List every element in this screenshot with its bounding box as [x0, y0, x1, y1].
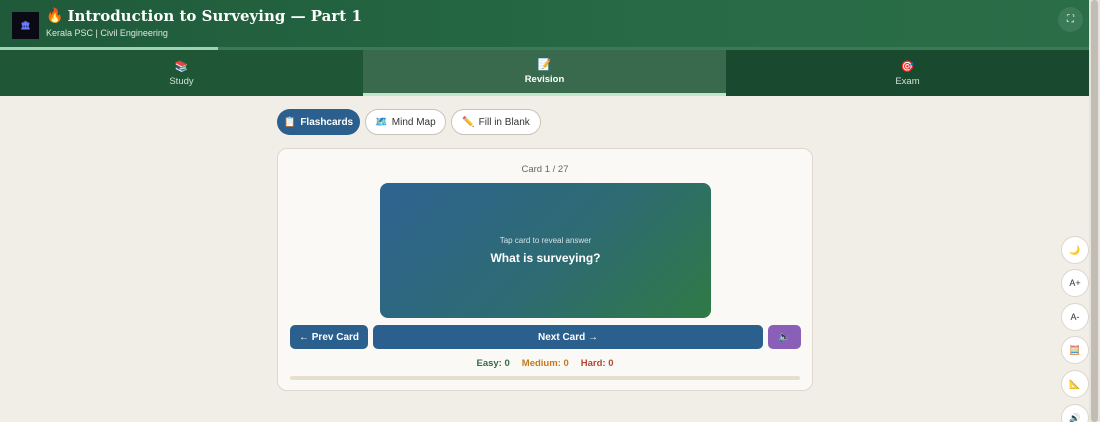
fire-icon: 🔥	[46, 8, 64, 24]
scroll-thumb[interactable]	[1091, 0, 1098, 422]
card-counter: Card 1 / 27	[521, 164, 569, 175]
page-scrollbar[interactable]	[1089, 0, 1100, 422]
tab-revision[interactable]: 📝 Revision	[363, 50, 726, 96]
prev-card-button[interactable]: ← Prev Card	[290, 325, 368, 349]
ruler-button[interactable]: 📐	[1061, 370, 1089, 398]
speaker-icon: 🔈	[778, 331, 791, 343]
font-decrease-button[interactable]: A-	[1061, 303, 1089, 331]
font-increase-icon: A+	[1069, 278, 1081, 288]
logo-icon: 🏛	[20, 21, 31, 30]
tab-label: Revision	[524, 74, 565, 85]
font-decrease-icon: A-	[1070, 312, 1080, 322]
mode-label: Flashcards	[300, 116, 354, 128]
flashcard[interactable]: Tap card to reveal answer What is survey…	[380, 183, 711, 318]
audio-button[interactable]: 🔊	[1061, 404, 1089, 422]
dark-mode-button[interactable]: 🌙	[1061, 236, 1089, 264]
rating-stats: Easy: 0 Medium: 0 Hard: 0	[278, 358, 812, 369]
tab-label: Study	[169, 75, 194, 87]
map-icon: 🗺️	[375, 116, 388, 128]
page-title: Introduction to Surveying — Part 1	[67, 7, 362, 25]
flashcard-panel: Card 1 / 27 Tap card to reveal answer Wh…	[277, 148, 813, 391]
calculator-button[interactable]: 🧮	[1061, 336, 1089, 364]
fullscreen-button[interactable]: ⛶	[1058, 7, 1083, 32]
ruler-icon: 📐	[1069, 378, 1081, 389]
mind-map-button[interactable]: 🗺️ Mind Map	[365, 109, 446, 135]
calculator-icon: 🧮	[1069, 344, 1081, 355]
font-increase-button[interactable]: A+	[1061, 269, 1089, 297]
page-subtitle: Kerala PSC | Civil Engineering	[46, 28, 168, 38]
mode-label: Fill in Blank	[478, 116, 530, 128]
tab-label: Exam	[895, 75, 920, 87]
medium-count: Medium: 0	[521, 358, 569, 369]
app-header: 🏛 🔥 Introduction to Surveying — Part 1 K…	[0, 0, 1089, 47]
reveal-hint: Tap card to reveal answer	[499, 236, 592, 245]
mode-label: Mind Map	[391, 116, 436, 128]
easy-count: Easy: 0	[476, 358, 510, 369]
moon-icon: 🌙	[1069, 244, 1081, 255]
clipboard-icon: 📋	[283, 116, 297, 128]
flashcards-button[interactable]: 📋 Flashcards	[277, 109, 360, 135]
target-icon: 🎯	[900, 60, 915, 73]
title-row: 🔥 Introduction to Surveying — Part 1	[46, 7, 362, 25]
books-icon: 📚	[174, 60, 189, 73]
card-question: What is surveying?	[490, 251, 601, 265]
hard-count: Hard: 0	[580, 358, 614, 369]
speaker-icon: 🔊	[1069, 412, 1081, 422]
fullscreen-icon: ⛶	[1067, 14, 1074, 25]
pencil-icon: ✏️	[462, 116, 475, 128]
tab-study[interactable]: 📚 Study	[0, 50, 363, 96]
memo-icon: 📝	[537, 59, 552, 71]
card-progress-bar	[290, 376, 800, 380]
speak-button[interactable]: 🔈	[768, 325, 801, 349]
tab-exam[interactable]: 🎯 Exam	[726, 50, 1089, 96]
fill-in-blank-button[interactable]: ✏️ Fill in Blank	[451, 109, 541, 135]
main-tabs: 📚 Study 📝 Revision 🎯 Exam	[0, 50, 1089, 96]
logo: 🏛	[12, 12, 39, 39]
next-card-button[interactable]: Next Card →	[373, 325, 763, 349]
